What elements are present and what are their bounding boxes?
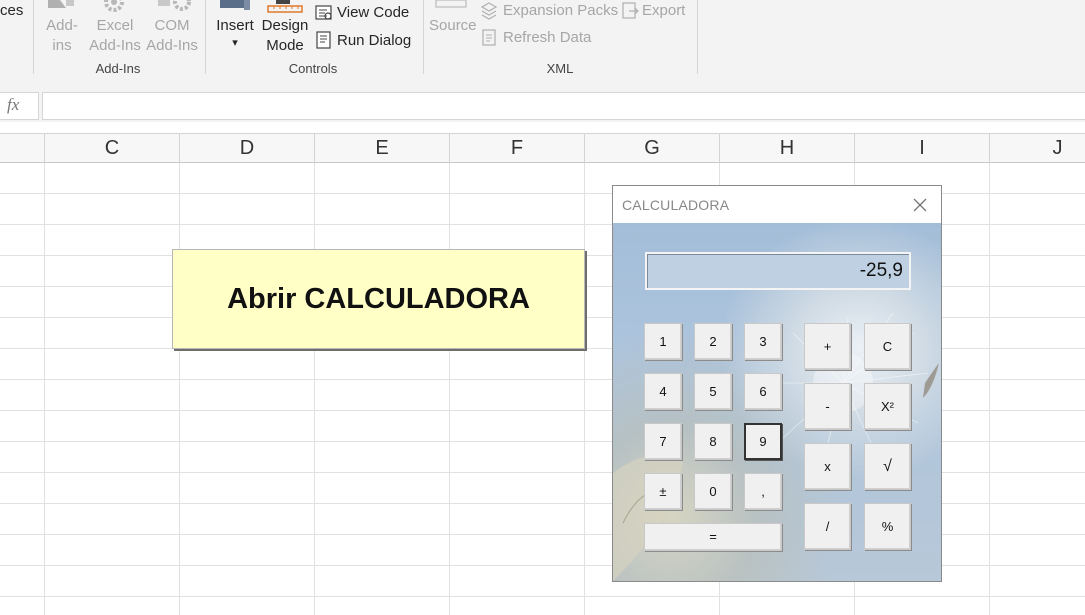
excel-add-ins-label-1: Excel	[96, 17, 134, 34]
column-header-f[interactable]: F	[450, 134, 585, 163]
key-7[interactable]: 7	[644, 423, 682, 460]
com-gear-icon	[158, 0, 191, 11]
add-ins-group-label: Add-Ins	[95, 61, 141, 76]
calculator-display: -25,9	[645, 252, 911, 290]
calculator-title: CALCULADORA	[622, 197, 730, 213]
divide-key[interactable]: /	[804, 503, 851, 550]
key-8[interactable]: 8	[694, 423, 732, 460]
percent-key[interactable]: %	[864, 503, 911, 550]
insert-function-button[interactable]: fx	[0, 92, 39, 120]
multiply-key[interactable]: x	[804, 443, 851, 490]
source-label: Source	[429, 17, 477, 34]
ruler-pencil-icon	[267, 0, 303, 13]
xml-group-label: XML	[546, 61, 574, 76]
export-icon	[622, 2, 639, 19]
expansion-packs-label: Expansion Packs	[503, 2, 619, 19]
add-ins-icon	[48, 0, 74, 8]
square-key[interactable]: X²	[864, 383, 911, 430]
calculator-window: CALCULADORA -25,9 1 2 3 4 5 6 7 8 9 ± 0 …	[612, 185, 942, 582]
toolbox-icon	[220, 0, 250, 10]
column-header-d[interactable]: D	[180, 134, 315, 163]
column-header-g[interactable]: G	[585, 134, 720, 163]
formula-bar: fx	[0, 80, 1085, 122]
sign-toggle-key[interactable]: ±	[644, 473, 682, 510]
key-5[interactable]: 5	[694, 373, 732, 410]
formula-input[interactable]	[42, 92, 1085, 120]
square-root-key[interactable]: √	[864, 443, 911, 490]
com-add-ins-label-1: COM	[154, 17, 190, 34]
group-separator	[205, 0, 206, 74]
insert-label: Insert	[216, 17, 254, 34]
design-mode-label-1: Design	[261, 17, 309, 34]
com-add-ins-label-2: Add-Ins	[146, 37, 198, 54]
key-1[interactable]: 1	[644, 323, 682, 360]
key-9[interactable]: 9	[744, 423, 782, 460]
gear-icon	[104, 0, 124, 12]
view-code-label: View Code	[337, 4, 410, 21]
column-header-i[interactable]: I	[855, 134, 990, 163]
column-header-c[interactable]: C	[45, 134, 180, 163]
export-label: Export	[642, 2, 686, 19]
close-icon[interactable]	[909, 194, 931, 216]
ribbon: ces Add- ins Excel Add-Ins COM Add-Ins A…	[0, 0, 1085, 81]
minus-key[interactable]: -	[804, 383, 851, 430]
open-calculator-button[interactable]: Abrir CALCULADORA	[172, 249, 585, 349]
key-0[interactable]: 0	[694, 473, 732, 510]
chevron-down-icon: ▾	[232, 37, 238, 49]
ribbon-partial-group-label: ces	[0, 2, 24, 19]
decimal-comma-key[interactable]: ,	[744, 473, 782, 510]
column-header-partial[interactable]	[0, 134, 45, 163]
key-6[interactable]: 6	[744, 373, 782, 410]
group-separator	[33, 0, 34, 74]
source-icon	[435, 0, 467, 8]
group-separator	[423, 0, 424, 74]
refresh-data-icon	[482, 29, 496, 46]
column-header-e[interactable]: E	[315, 134, 450, 163]
run-dialog-label: Run Dialog	[337, 32, 412, 49]
calculator-body: -25,9 1 2 3 4 5 6 7 8 9 ± 0 , = + C - X²…	[613, 223, 941, 581]
excel-add-ins-label-2: Add-Ins	[89, 37, 141, 54]
fx-icon: fx	[7, 95, 20, 114]
clear-key[interactable]: C	[864, 323, 911, 370]
view-code-icon	[315, 5, 332, 20]
key-4[interactable]: 4	[644, 373, 682, 410]
equals-key[interactable]: =	[644, 523, 782, 551]
controls-group-label: Controls	[288, 61, 338, 76]
add-ins-label-1: Add-	[46, 17, 78, 34]
column-header-h[interactable]: H	[720, 134, 855, 163]
design-mode-label-2: Mode	[266, 37, 304, 54]
key-3[interactable]: 3	[744, 323, 782, 360]
key-2[interactable]: 2	[694, 323, 732, 360]
group-separator	[697, 0, 698, 74]
expansion-packs-icon	[481, 2, 498, 20]
column-header-j[interactable]: J	[990, 134, 1085, 163]
plus-key[interactable]: +	[804, 323, 851, 370]
add-ins-label-2: ins	[52, 37, 72, 54]
refresh-data-label: Refresh Data	[503, 29, 592, 46]
run-dialog-icon	[316, 31, 331, 49]
